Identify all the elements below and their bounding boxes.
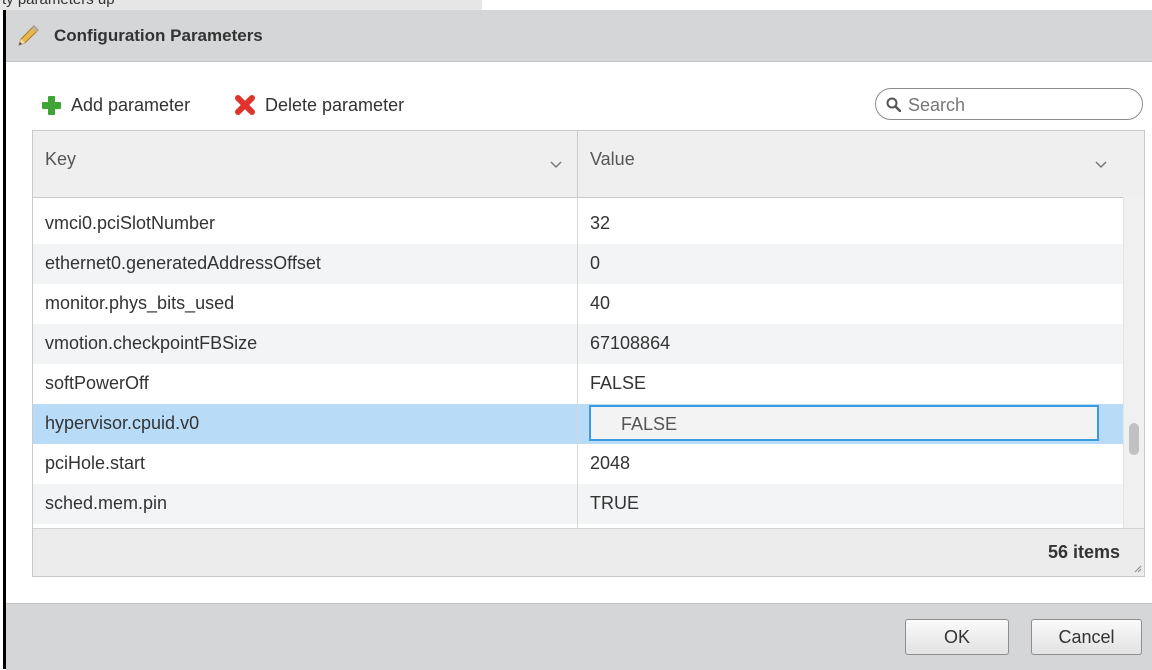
key-cell: monitor.phys_bits_used [45, 293, 235, 313]
item-count: 56 items [1047, 542, 1120, 562]
dialog-button-bar: OK Cancel [6, 603, 1152, 670]
table-row[interactable]: sched.mem.pin TRUE [33, 484, 1123, 524]
value-edit-field[interactable]: FALSE [589, 405, 1099, 441]
background-window-strip: ty parameters up [0, 0, 482, 10]
table-row-selected[interactable]: hypervisor.cpuid.v0 FALSE [33, 404, 1123, 444]
value-cell[interactable]: FALSE [590, 373, 646, 394]
value-cell[interactable]: 0 [590, 253, 600, 274]
value-cell[interactable]: 67108864 [590, 333, 670, 354]
parameters-grid: Key Value vmci0.pciSlotNumber 32 etherne… [32, 130, 1145, 577]
value-cell[interactable]: 2048 [590, 453, 630, 474]
table-row[interactable]: ethernet0.generatedAddressOffset 0 [33, 244, 1123, 284]
chevron-down-icon[interactable] [550, 161, 562, 169]
x-icon [235, 95, 255, 115]
dialog-titlebar: Configuration Parameters [6, 10, 1152, 62]
pencil-icon [18, 25, 39, 46]
scrollbar-thumb[interactable] [1129, 423, 1139, 455]
delete-parameter-button[interactable]: Delete parameter [234, 92, 404, 118]
grid-header: Key Value [33, 131, 1144, 198]
column-header-value-label: Value [590, 149, 635, 169]
key-cell: ethernet0.generatedAddressOffset [45, 253, 321, 273]
key-cell: vmci0.pciSlotNumber [45, 213, 216, 233]
plus-icon [42, 95, 61, 115]
resize-grip-icon[interactable] [1134, 565, 1142, 573]
value-cell[interactable]: TRUE [590, 493, 639, 514]
grid-footer: 56 items [33, 528, 1144, 576]
grid-body: vmci0.pciSlotNumber 32 ethernet0.generat… [33, 197, 1123, 528]
table-row[interactable]: monitor.phys_bits_used 40 [33, 284, 1123, 324]
key-cell: hypervisor.cpuid.v0 [45, 413, 200, 433]
table-row[interactable]: softPowerOff FALSE [33, 364, 1123, 404]
add-parameter-button[interactable]: Add parameter [41, 92, 190, 118]
table-row[interactable]: vmotion.checkpointFBSize 67108864 [33, 324, 1123, 364]
delete-parameter-label: Delete parameter [265, 94, 405, 115]
column-header-key[interactable]: Key [33, 131, 578, 197]
value-cell[interactable]: 32 [590, 213, 610, 234]
search-icon [886, 97, 901, 112]
cancel-button[interactable]: Cancel [1031, 619, 1142, 655]
dialog-title: Configuration Parameters [54, 26, 263, 45]
key-cell: sched.mem.pin [45, 493, 168, 513]
search-box[interactable] [875, 88, 1143, 120]
add-parameter-label: Add parameter [71, 94, 191, 115]
table-row[interactable]: pciHole.start 2048 [33, 444, 1123, 484]
value-cell[interactable]: 40 [590, 293, 610, 314]
column-header-value[interactable]: Value [578, 131, 1144, 197]
search-input[interactable] [906, 91, 1135, 119]
value-edit-text: FALSE [621, 414, 678, 434]
chevron-down-icon[interactable] [1095, 161, 1107, 169]
background-window-text: ty parameters up [2, 0, 115, 8]
key-cell: softPowerOff [45, 373, 149, 393]
key-cell: vmotion.checkpointFBSize [45, 333, 258, 353]
column-header-key-label: Key [45, 149, 77, 169]
vertical-scrollbar[interactable] [1123, 197, 1144, 528]
configuration-parameters-dialog: Configuration Parameters Add parameter D… [3, 10, 1152, 670]
table-row[interactable]: vmci0.pciSlotNumber 32 [33, 204, 1123, 244]
ok-button[interactable]: OK [905, 619, 1009, 655]
key-cell: pciHole.start [45, 453, 146, 473]
column-divider [577, 197, 578, 528]
